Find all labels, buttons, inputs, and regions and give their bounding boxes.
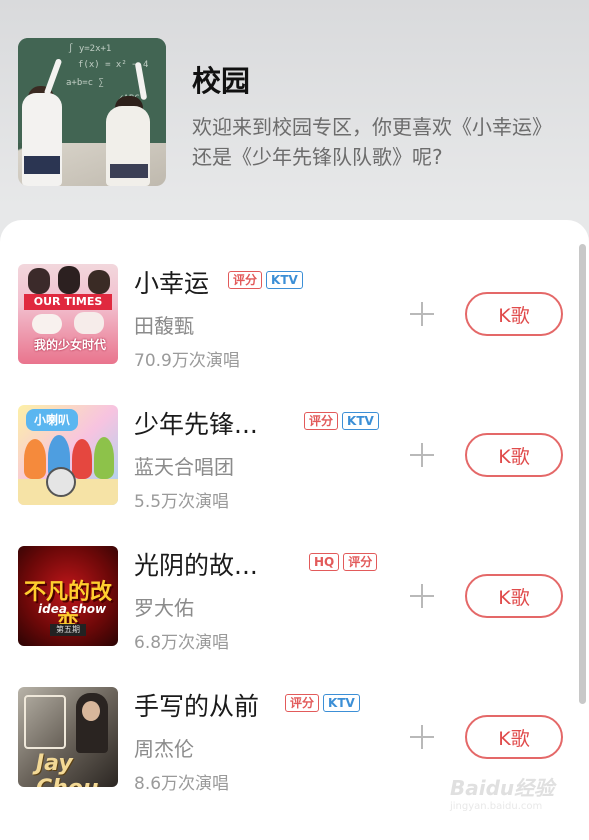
hq-tag: HQ	[309, 553, 340, 571]
cover-subtitle: idea show	[38, 602, 107, 616]
karaoke-button[interactable]: K歌	[465, 715, 563, 759]
song-play-count: 70.9万次演唱	[134, 351, 240, 371]
watermark-url: jingyan.baidu.com	[450, 801, 543, 812]
zone-header: ∫ y=2x+1 f(x) = x² − 4 a+b=c ∑ ∠ABC 校园 欢…	[0, 0, 589, 230]
cover-caption: 我的少女时代	[34, 338, 107, 352]
song-title[interactable]: 光阴的故...	[134, 546, 258, 582]
song-item[interactable]: OUR TIMES 我的少女时代 小幸运 评分 KTV 田馥甄 70.9万次演唱…	[0, 264, 589, 374]
drum-illustration	[46, 467, 76, 497]
cover-logo: 小喇叭	[26, 409, 78, 431]
zone-title: 校园	[192, 64, 251, 98]
song-item[interactable]: 不凡的改变 idea show 第五期 光阴的故... HQ 评分 罗大佑 6.…	[0, 546, 589, 656]
song-artist: 田馥甄	[134, 314, 194, 338]
add-icon[interactable]	[408, 300, 436, 328]
rating-tag: 评分	[285, 694, 320, 712]
song-artist: 罗大佑	[134, 596, 194, 620]
song-cover-image[interactable]: 不凡的改变 idea show 第五期	[18, 546, 118, 646]
cover-episode: 第五期	[50, 624, 86, 636]
song-play-count: 6.8万次演唱	[134, 633, 230, 653]
song-cover-image[interactable]: Jay Chou	[18, 687, 118, 787]
song-play-count: 5.5万次演唱	[134, 492, 230, 512]
rating-tag: 评分	[228, 271, 263, 289]
ktv-tag: KTV	[323, 694, 360, 712]
song-cover-image[interactable]: 小喇叭	[18, 405, 118, 505]
picture-frame	[24, 695, 66, 749]
add-icon[interactable]	[408, 441, 436, 469]
zone-description: 欢迎来到校园专区，你更喜欢《小幸运》还是《少年先锋队队歌》呢?	[192, 115, 552, 169]
zone-cover-image: ∫ y=2x+1 f(x) = x² − 4 a+b=c ∑ ∠ABC	[18, 38, 166, 186]
add-icon[interactable]	[408, 723, 436, 751]
song-tags: 评分 KTV	[285, 694, 360, 712]
karaoke-button[interactable]: K歌	[465, 292, 563, 336]
karaoke-button[interactable]: K歌	[465, 574, 563, 618]
song-tags: 评分 KTV	[304, 412, 379, 430]
cover-banner: OUR TIMES	[24, 294, 112, 310]
watermark: Baidu经验 jingyan.baidu.com	[450, 772, 554, 812]
cover-logo: Jay Chou	[36, 751, 99, 787]
song-play-count: 8.6万次演唱	[134, 774, 230, 794]
ktv-tag: KTV	[266, 271, 303, 289]
song-title[interactable]: 小幸运	[134, 264, 209, 300]
rating-tag: 评分	[304, 412, 339, 430]
rating-tag: 评分	[343, 553, 378, 571]
karaoke-button[interactable]: K歌	[465, 433, 563, 477]
add-icon[interactable]	[408, 582, 436, 610]
song-artist: 蓝天合唱团	[134, 455, 234, 479]
song-tags: 评分 KTV	[228, 271, 303, 289]
ktv-tag: KTV	[342, 412, 379, 430]
song-tags: HQ 评分	[309, 553, 378, 571]
song-item[interactable]: 小喇叭 少年先锋... 评分 KTV 蓝天合唱团 5.5万次演唱 K歌	[0, 405, 589, 515]
watermark-text: Baidu经验	[450, 776, 555, 800]
song-title[interactable]: 少年先锋...	[134, 405, 258, 441]
song-cover-image[interactable]: OUR TIMES 我的少女时代	[18, 264, 118, 364]
song-artist: 周杰伦	[134, 737, 194, 761]
song-title[interactable]: 手写的从前	[134, 687, 259, 723]
